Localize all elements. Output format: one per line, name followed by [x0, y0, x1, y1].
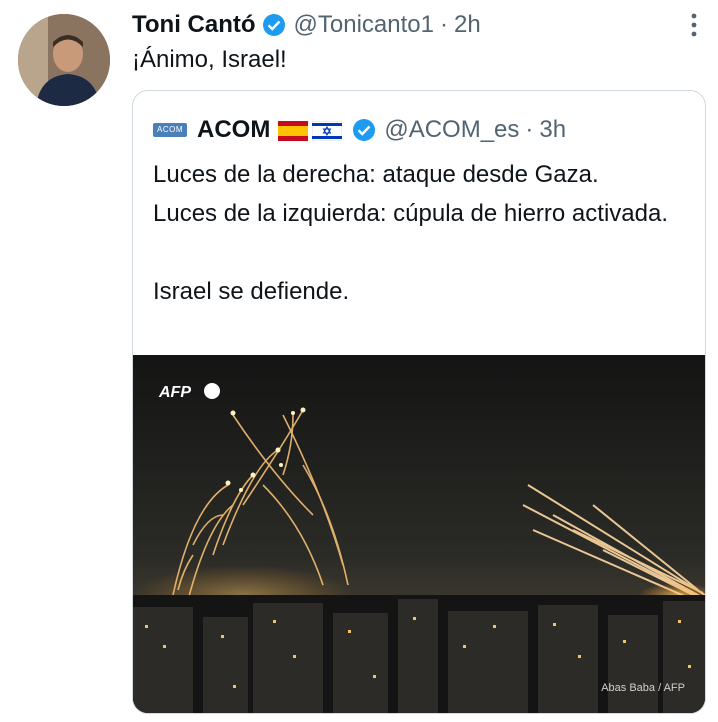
- separator: ·: [525, 116, 534, 143]
- separator: ·: [439, 11, 448, 38]
- photo-credit: Abas Baba / AFP: [601, 682, 685, 694]
- quoted-time[interactable]: 3h: [539, 116, 566, 144]
- author-handle[interactable]: @Tonicanto1: [294, 11, 434, 39]
- night-sky-photo[interactable]: AFP Abas Baba / AFP: [133, 355, 705, 714]
- afp-watermark: AFP: [158, 384, 191, 401]
- quoted-line: Luces de la izquierda: cúpula de hierro …: [153, 200, 668, 227]
- verified-badge-icon: [352, 118, 376, 142]
- quoted-text: Luces de la derecha: ataque desde Gaza. …: [153, 155, 693, 311]
- quoted-header: ACOM ACOM @ACOM_es · 3h: [153, 113, 566, 147]
- quoted-line: Luces de la derecha: ataque desde Gaza.: [153, 161, 599, 188]
- israel-flag-icon: [311, 120, 343, 142]
- verified-badge-icon: [262, 13, 286, 37]
- tweet-text: ¡Ánimo, Israel!: [132, 46, 287, 73]
- quoted-line: [153, 233, 693, 272]
- spain-flag-icon: [278, 120, 309, 141]
- acom-logo: ACOM: [153, 123, 187, 137]
- quoted-author-handle[interactable]: @ACOM_es: [384, 116, 519, 144]
- author-avatar[interactable]: [18, 14, 110, 106]
- tweet-time[interactable]: 2h: [454, 11, 481, 39]
- author-name[interactable]: Toni Cantó: [132, 11, 256, 39]
- quoted-line: Israel se defiende.: [153, 278, 350, 305]
- more-options-icon[interactable]: [684, 10, 704, 40]
- quoted-author-name[interactable]: ACOM: [197, 116, 270, 144]
- tweet-header: Toni Cantó @Tonicanto1 · 2h: [132, 8, 698, 42]
- quoted-tweet[interactable]: ACOM ACOM @ACOM_es · 3h Luces de la dere…: [132, 90, 706, 714]
